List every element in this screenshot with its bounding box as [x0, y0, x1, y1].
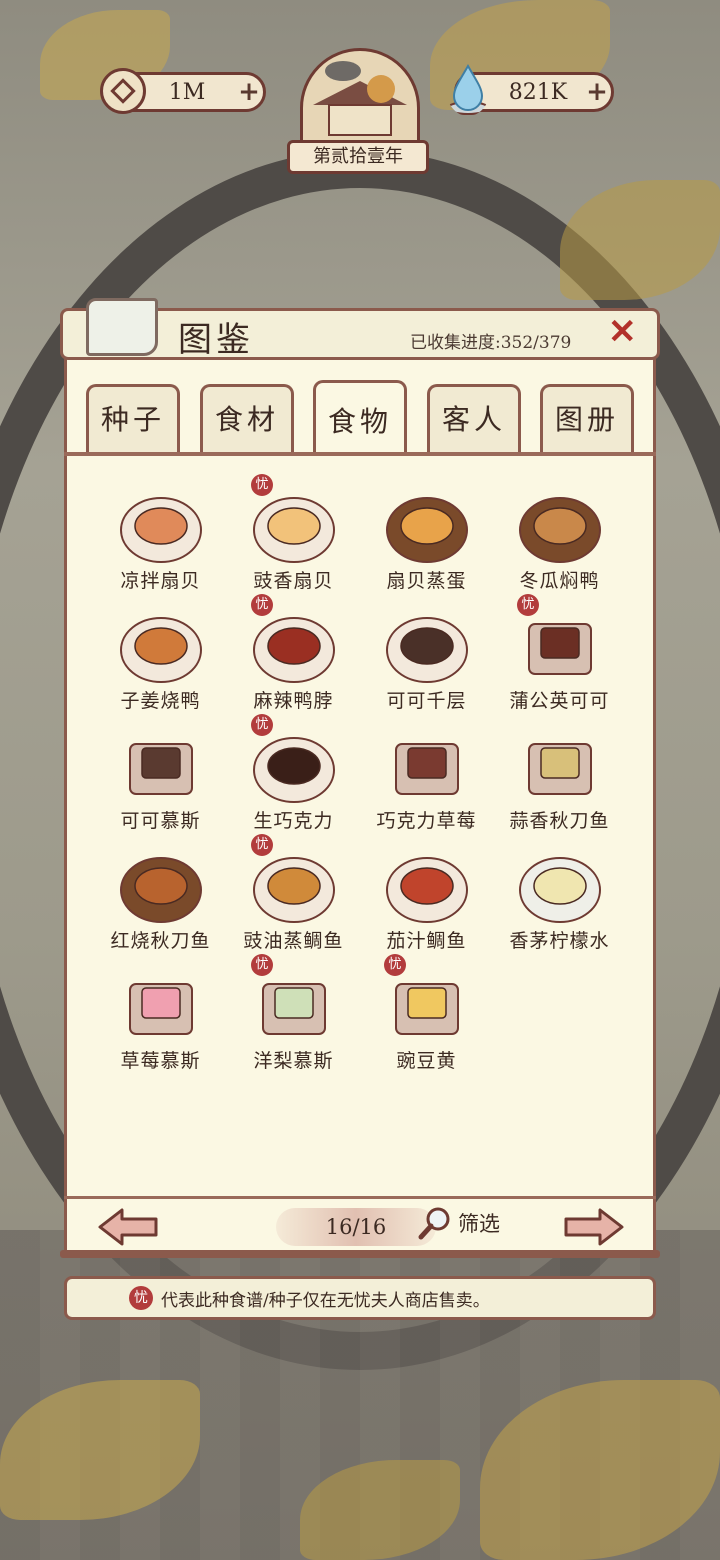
- food-item-name: 蒲公英可可: [509, 690, 610, 712]
- food-item-name: 巧克力草莓: [376, 810, 477, 832]
- dish-icon: [386, 617, 468, 683]
- coin-icon: [100, 68, 146, 114]
- food-item[interactable]: 忧麻辣鸭脖: [225, 594, 362, 714]
- shop-only-badge: 忧: [251, 594, 273, 616]
- grid-divider: [64, 1196, 656, 1199]
- food-item[interactable]: 扇贝蒸蛋: [358, 474, 495, 594]
- food-item[interactable]: 红烧秋刀鱼: [92, 834, 229, 954]
- dish-icon: [386, 857, 468, 923]
- panel-footer-rod: [60, 1250, 660, 1258]
- food-item-name: 茄汁鲷鱼: [386, 930, 467, 952]
- food-item[interactable]: 忧洋梨慕斯: [225, 954, 362, 1074]
- food-item[interactable]: 巧克力草莓: [358, 714, 495, 834]
- dish-icon: [395, 743, 459, 795]
- shop-note-text: 代表此种食谱/种子仅在无忧夫人商店售卖。: [161, 1290, 490, 1311]
- food-item[interactable]: 蒜香秋刀鱼: [491, 714, 628, 834]
- add-coins-button[interactable]: +: [235, 77, 263, 107]
- food-item[interactable]: 忧蒲公英可可: [491, 594, 628, 714]
- food-item[interactable]: 冬瓜焖鸭: [491, 474, 628, 594]
- filter-label: 筛选: [458, 1212, 500, 1236]
- tab-album[interactable]: 图册: [540, 384, 634, 452]
- food-item[interactable]: 忧豉香扇贝: [225, 474, 362, 594]
- food-item[interactable]: 子姜烧鸭: [92, 594, 229, 714]
- pavilion-icon: [313, 61, 407, 136]
- shop-badge-icon: 忧: [129, 1286, 153, 1310]
- coin-value: 1M: [168, 79, 206, 105]
- food-item-name: 麻辣鸭脖: [253, 690, 334, 712]
- close-button[interactable]: ✕: [608, 312, 637, 352]
- panel-title: 图鉴: [178, 320, 254, 360]
- next-page-arrow-icon[interactable]: [562, 1206, 626, 1248]
- tabs-divider: [64, 452, 656, 456]
- tab-seeds[interactable]: 种子: [86, 384, 180, 452]
- food-item-name: 豉油蒸鲷鱼: [243, 930, 344, 952]
- food-item-name: 豉香扇贝: [253, 570, 334, 592]
- food-item-name: 香茅柠檬水: [509, 930, 610, 952]
- scroll-icon: [86, 298, 158, 356]
- page-indicator: 16/16: [276, 1208, 436, 1246]
- water-value: 821K: [508, 79, 568, 105]
- food-item-name: 洋梨慕斯: [253, 1050, 334, 1072]
- water-drop-icon: [447, 63, 489, 115]
- food-item[interactable]: 忧豉油蒸鲷鱼: [225, 834, 362, 954]
- food-item-name: 草莓慕斯: [120, 1050, 201, 1072]
- food-item[interactable]: 凉拌扇贝: [92, 474, 229, 594]
- tab-ingredients[interactable]: 食材: [200, 384, 294, 452]
- food-item-name: 豌豆黄: [396, 1050, 457, 1072]
- shop-only-badge: 忧: [384, 954, 406, 976]
- shop-only-badge: 忧: [251, 714, 273, 736]
- food-item[interactable]: 香茅柠檬水: [491, 834, 628, 954]
- dish-icon: [528, 743, 592, 795]
- food-item-name: 子姜烧鸭: [120, 690, 201, 712]
- dish-icon: [129, 743, 193, 795]
- filter-button[interactable]: 筛选: [418, 1206, 500, 1240]
- ginkgo-leaf: [560, 180, 720, 300]
- add-water-button[interactable]: +: [583, 77, 611, 107]
- food-item-name: 蒜香秋刀鱼: [509, 810, 610, 832]
- food-item-name: 扇贝蒸蛋: [386, 570, 467, 592]
- food-item-name: 生巧克力: [253, 810, 334, 832]
- food-item[interactable]: 可可千层: [358, 594, 495, 714]
- magnifier-icon: [418, 1207, 450, 1240]
- dish-icon: [519, 857, 601, 923]
- dish-icon: [519, 497, 601, 563]
- collection-progress: 已收集进度:352/379: [410, 333, 572, 353]
- dish-icon: [386, 497, 468, 563]
- prev-page-arrow-icon[interactable]: [96, 1206, 160, 1248]
- food-item[interactable]: 忧豌豆黄: [358, 954, 495, 1074]
- dish-icon: [120, 497, 202, 563]
- shop-only-badge: 忧: [251, 834, 273, 856]
- year-label: 第贰拾壹年: [287, 140, 429, 174]
- dish-icon: [120, 857, 202, 923]
- shop-only-badge: 忧: [517, 594, 539, 616]
- food-item[interactable]: 可可慕斯: [92, 714, 229, 834]
- food-item[interactable]: 忧生巧克力: [225, 714, 362, 834]
- food-item[interactable]: 草莓慕斯: [92, 954, 229, 1074]
- food-item-name: 凉拌扇贝: [120, 570, 201, 592]
- dish-icon: [129, 983, 193, 1035]
- tab-guests[interactable]: 客人: [427, 384, 521, 452]
- shop-only-badge: 忧: [251, 474, 273, 496]
- shop-only-badge: 忧: [251, 954, 273, 976]
- food-item-name: 冬瓜焖鸭: [519, 570, 600, 592]
- tab-food[interactable]: 食物: [313, 380, 407, 456]
- food-item-name: 可可慕斯: [120, 810, 201, 832]
- shop-note: 忧 代表此种食谱/种子仅在无忧夫人商店售卖。: [64, 1276, 656, 1320]
- food-item-name: 可可千层: [386, 690, 467, 712]
- food-item-name: 红烧秋刀鱼: [110, 930, 211, 952]
- dish-icon: [120, 617, 202, 683]
- food-item[interactable]: 茄汁鲷鱼: [358, 834, 495, 954]
